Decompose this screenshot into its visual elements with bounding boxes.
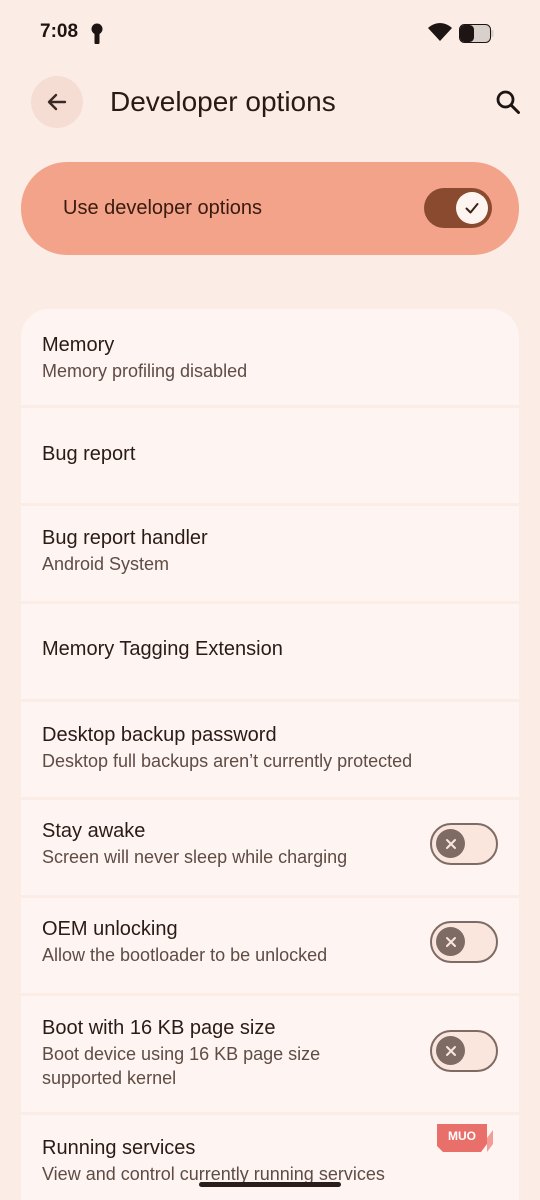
setting-title: Memory <box>42 334 115 356</box>
setting-stay-awake[interactable]: Stay awake Screen will never sleep while… <box>21 800 519 895</box>
setting-title: Running services <box>42 1137 196 1159</box>
home-indicator[interactable] <box>199 1182 341 1187</box>
setting-subtitle: Allow the bootloader to be unlocked <box>42 945 328 965</box>
setting-title: OEM unlocking <box>42 918 178 940</box>
page-title: Developer options <box>110 86 336 117</box>
wifi-icon <box>428 23 452 41</box>
setting-subtitle: Boot device using 16 KB page size suppor… <box>42 1044 321 1088</box>
setting-title: Memory Tagging Extension <box>42 638 283 660</box>
use-developer-options-toggle[interactable] <box>424 188 492 228</box>
settings-list: Memory Memory profiling disabled Bug rep… <box>21 309 519 1200</box>
setting-oem-unlocking[interactable]: OEM unlocking Allow the bootloader to be… <box>21 898 519 993</box>
setting-subtitle: Desktop full backups aren’t currently pr… <box>42 751 413 771</box>
back-button[interactable] <box>31 76 83 128</box>
watermark-text: MUO <box>448 1129 476 1143</box>
oem-unlocking-toggle[interactable] <box>430 921 498 963</box>
close-icon <box>445 1045 456 1056</box>
use-developer-options-card[interactable]: Use developer options <box>21 162 519 255</box>
battery-icon <box>459 24 494 43</box>
developer-options-screen: 7:08 Developer options Use developer opt… <box>0 0 540 1200</box>
arrow-back-icon <box>47 93 67 111</box>
check-icon <box>465 203 479 214</box>
setting-title: Desktop backup password <box>42 724 277 746</box>
status-time: 7:08 <box>40 21 79 42</box>
setting-memory-tagging-extension[interactable]: Memory Tagging Extension <box>21 604 519 699</box>
boot-16kb-page-size-toggle[interactable] <box>430 1030 498 1072</box>
setting-memory[interactable]: Memory Memory profiling disabled <box>21 309 519 405</box>
muo-watermark-logo: MUO <box>437 1124 493 1152</box>
setting-subtitle: Android System <box>42 554 170 574</box>
search-icon <box>496 90 520 114</box>
close-icon <box>445 838 456 849</box>
setting-boot-16kb-page-size[interactable]: Boot with 16 KB page size Boot device us… <box>21 996 519 1112</box>
status-bar: 7:08 <box>0 0 540 66</box>
setting-title: Boot with 16 KB page size <box>42 1017 276 1039</box>
setting-desktop-backup-password[interactable]: Desktop backup password Desktop full bac… <box>21 702 519 797</box>
toggle-thumb <box>456 192 488 224</box>
setting-subtitle: Screen will never sleep while charging <box>42 847 348 867</box>
setting-title: Bug report handler <box>42 527 208 549</box>
search-button[interactable] <box>486 80 530 124</box>
toggle-thumb <box>436 1036 465 1065</box>
close-icon <box>445 936 456 947</box>
key-icon <box>91 23 103 44</box>
use-developer-options-label: Use developer options <box>63 197 263 219</box>
setting-bug-report[interactable]: Bug report <box>21 408 519 503</box>
setting-title: Bug report <box>42 443 136 465</box>
toggle-thumb <box>436 927 465 956</box>
setting-bug-report-handler[interactable]: Bug report handler Android System <box>21 506 519 601</box>
setting-title: Stay awake <box>42 820 146 842</box>
stay-awake-toggle[interactable] <box>430 823 498 865</box>
toggle-thumb <box>436 829 465 858</box>
setting-subtitle: Memory profiling disabled <box>42 361 248 381</box>
